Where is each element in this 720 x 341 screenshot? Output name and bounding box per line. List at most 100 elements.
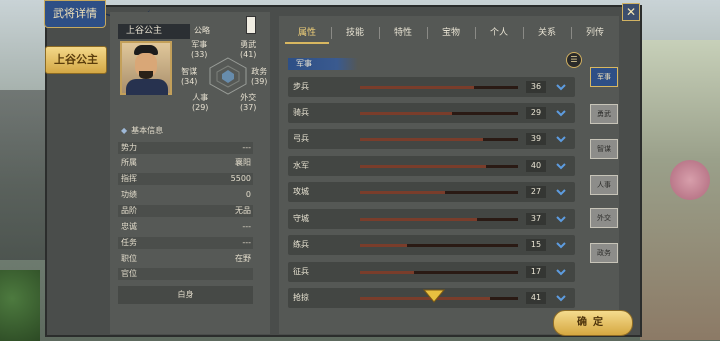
- info-row: 势力 ---: [118, 142, 253, 154]
- skill-label: 骑兵: [293, 108, 309, 117]
- info-row: 职位 在野: [118, 253, 253, 265]
- stat-value: (37): [240, 103, 257, 112]
- info-value: 在野: [235, 254, 251, 263]
- skill-row: 步兵 36: [288, 77, 575, 97]
- tab-separator: [427, 27, 428, 39]
- info-value: 襄阳: [235, 158, 251, 167]
- tab-attributes[interactable]: 属性: [285, 22, 329, 44]
- info-key: 势力: [121, 143, 137, 152]
- list-icon[interactable]: ☰: [566, 52, 582, 68]
- stat-value: (39): [251, 77, 268, 86]
- skill-bar-track: [360, 138, 518, 141]
- chevron-down-icon[interactable]: [554, 291, 568, 305]
- skill-bar-fill: [360, 271, 414, 274]
- skill-bar-track: [360, 191, 518, 194]
- tab-relations[interactable]: 关系: [525, 22, 569, 44]
- skill-bar-fill: [360, 191, 446, 194]
- tab-separator: [523, 27, 524, 39]
- skill-value: 39: [526, 133, 546, 145]
- tab-treasures[interactable]: 宝物: [429, 22, 473, 44]
- skill-value: 29: [526, 107, 546, 119]
- chevron-down-icon[interactable]: [554, 106, 568, 120]
- info-value: 0: [245, 190, 251, 199]
- info-key: 指挥: [121, 174, 137, 183]
- skill-value: 40: [526, 160, 546, 172]
- skill-value: 27: [526, 186, 546, 198]
- info-row: 功绩 0: [118, 189, 253, 201]
- info-key: 官位: [121, 269, 137, 278]
- chevron-down-icon[interactable]: [554, 212, 568, 226]
- skill-row: 弓兵 39: [288, 129, 575, 149]
- stat-label: 智谋: [181, 67, 198, 76]
- chevron-down-icon[interactable]: [554, 265, 568, 279]
- stat-value: (34): [181, 77, 198, 86]
- skill-value: 37: [526, 213, 546, 225]
- officer-name-label: 上谷公主: [118, 24, 190, 39]
- tab-skills[interactable]: 技能: [333, 22, 377, 44]
- skill-value: 36: [526, 81, 546, 93]
- skill-label: 水军: [293, 161, 309, 170]
- portrait-beard: [139, 71, 153, 79]
- background-tree: [0, 270, 40, 341]
- officer-name-tag[interactable]: 上谷公主: [45, 46, 107, 74]
- skill-bar-track: [360, 244, 518, 247]
- scroll-down-arrow-icon[interactable]: [423, 289, 445, 303]
- category-button-valor[interactable]: 勇武: [590, 104, 618, 124]
- info-key: 职位: [121, 254, 137, 263]
- category-button-personnel[interactable]: 人事: [590, 175, 618, 195]
- close-button[interactable]: ✕: [622, 3, 640, 21]
- info-value: ---: [242, 222, 251, 231]
- tab-separator: [379, 27, 380, 39]
- tab-biography[interactable]: 列传: [573, 22, 617, 44]
- info-row: 官位: [118, 268, 253, 280]
- info-value: 无品: [235, 206, 251, 215]
- chevron-down-icon[interactable]: [554, 159, 568, 173]
- info-key: 忠诚: [121, 222, 137, 231]
- officer-portrait: [120, 41, 172, 95]
- skill-bar-track: [360, 112, 518, 115]
- info-value: ---: [242, 238, 251, 247]
- skill-label: 抢掠: [293, 293, 309, 302]
- info-row: 品阶 无品: [118, 205, 253, 217]
- info-key: 功绩: [121, 190, 137, 199]
- stat-value: (29): [192, 103, 209, 112]
- skill-bar-fill: [360, 244, 408, 247]
- info-key: 所属: [121, 158, 137, 167]
- chevron-down-icon[interactable]: [554, 185, 568, 199]
- skill-row: 骑兵 29: [288, 103, 575, 123]
- background-blossom: [670, 160, 710, 200]
- chevron-down-icon[interactable]: [554, 132, 568, 146]
- portrait-robe: [126, 79, 168, 95]
- chevron-down-icon[interactable]: [554, 80, 568, 94]
- info-value: 5500: [230, 174, 251, 183]
- window-title: 武将详情: [44, 0, 106, 28]
- skill-bar-track: [360, 165, 518, 168]
- radar-value-shape: [222, 70, 234, 83]
- stat-zhengwu: 政务 (39): [251, 67, 267, 87]
- tab-traits[interactable]: 特性: [381, 22, 425, 44]
- tab-personal[interactable]: 个人: [477, 22, 521, 44]
- skill-bar-fill: [360, 112, 452, 115]
- chevron-down-icon[interactable]: [554, 238, 568, 252]
- category-button-intellect[interactable]: 智谋: [590, 139, 618, 159]
- skill-label: 练兵: [293, 240, 309, 249]
- identity-label: 白身: [118, 286, 253, 304]
- info-row: 所属 襄阳: [118, 157, 253, 169]
- info-value: ---: [242, 143, 251, 152]
- category-button-military[interactable]: 军事: [590, 67, 618, 87]
- skill-bar-track: [360, 86, 518, 89]
- skill-row: 攻城 27: [288, 182, 575, 202]
- attribute-radar-chart: [209, 57, 247, 95]
- basic-info-title: ◆ 基本信息: [121, 125, 163, 136]
- stat-label: 勇武: [240, 40, 257, 49]
- confirm-button[interactable]: 确定: [553, 310, 633, 336]
- skill-label: 守城: [293, 214, 309, 223]
- info-row: 指挥 5500: [118, 173, 253, 185]
- skill-label: 征兵: [293, 267, 309, 276]
- stat-value: (33): [191, 50, 208, 59]
- category-button-diplomacy[interactable]: 外交: [590, 208, 618, 228]
- category-button-administration[interactable]: 政务: [590, 243, 618, 263]
- stat-label: 政务: [251, 67, 268, 76]
- basic-info-title-text: 基本信息: [131, 126, 164, 135]
- info-row: 忠诚 ---: [118, 221, 253, 233]
